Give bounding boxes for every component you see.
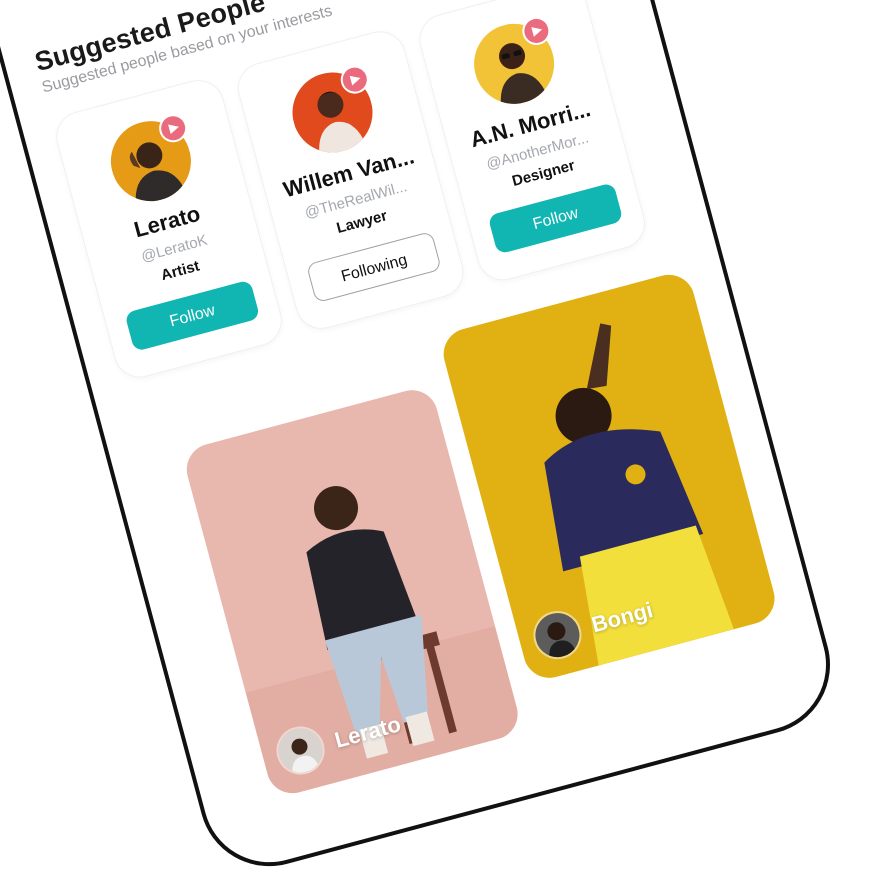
phone-frame: Suggested People Suggested people based … xyxy=(0,0,846,882)
avatar-container xyxy=(101,111,200,211)
follow-button[interactable]: Follow xyxy=(487,182,624,255)
suggested-people-screen: Suggested People Suggested people based … xyxy=(32,0,790,799)
post-author-name: Lerato xyxy=(331,711,404,753)
avatar-container xyxy=(465,13,564,113)
post-author-name: Bongi xyxy=(588,597,656,638)
avatar-container xyxy=(283,62,382,162)
following-button[interactable]: Following xyxy=(305,230,442,304)
follow-button[interactable]: Follow xyxy=(124,279,261,352)
phone-stage: Suggested People Suggested people based … xyxy=(0,0,846,882)
